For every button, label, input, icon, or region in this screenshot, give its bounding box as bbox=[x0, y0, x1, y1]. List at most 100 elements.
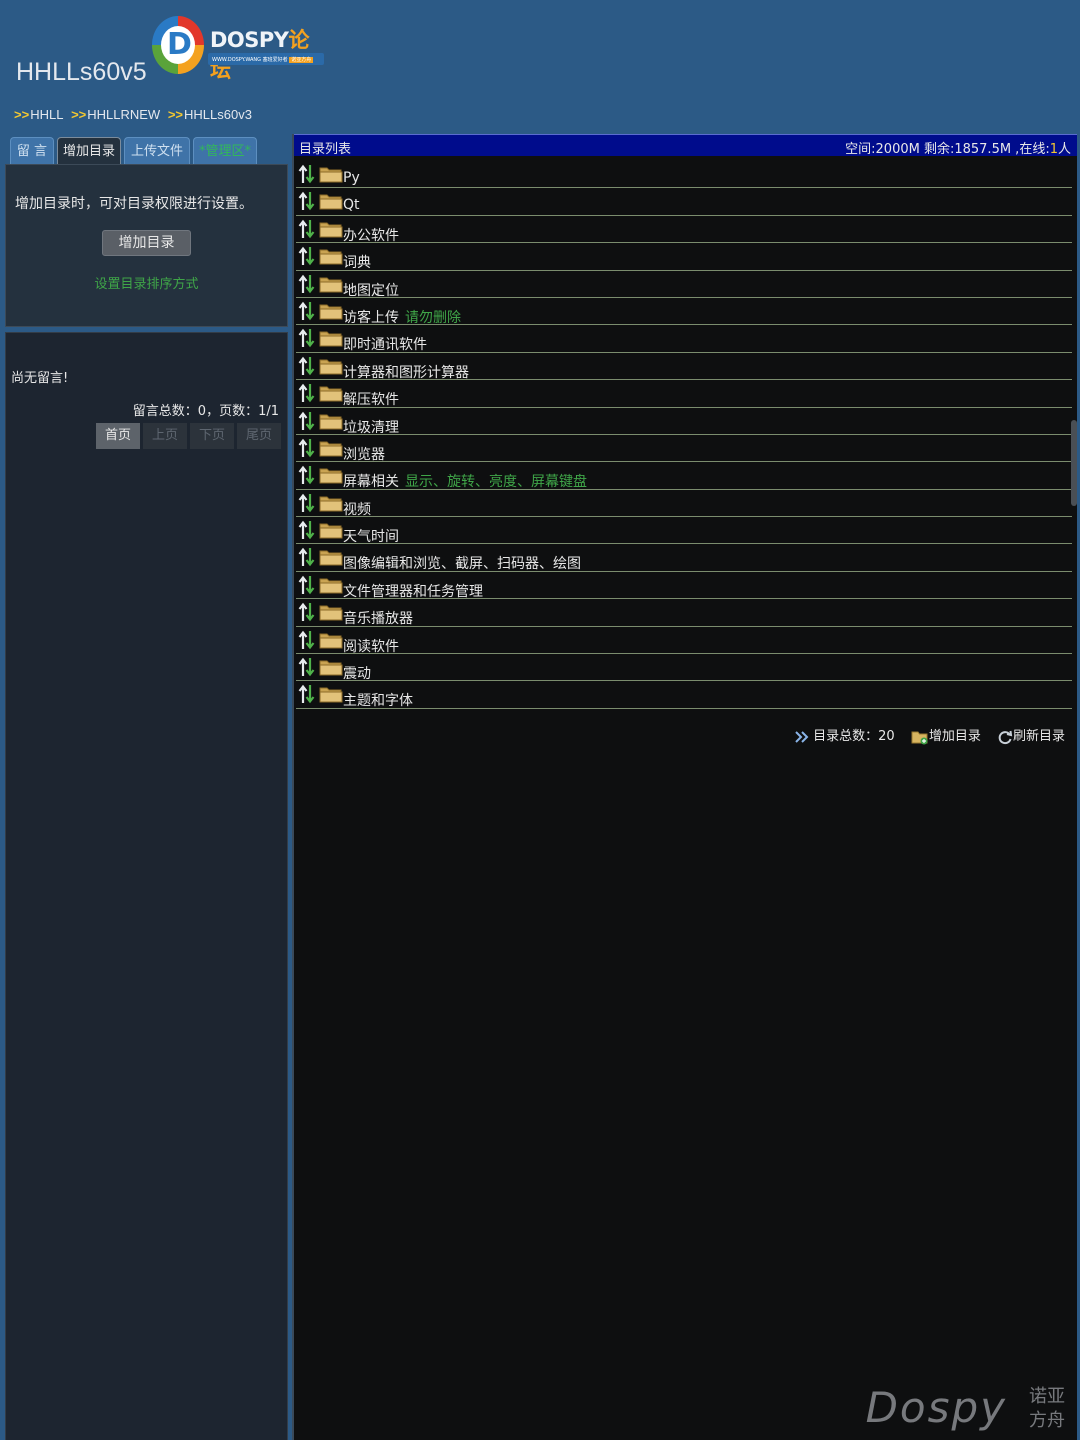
directory-row[interactable]: 震动 bbox=[296, 654, 1072, 683]
sort-arrows-icon[interactable] bbox=[298, 246, 316, 266]
sort-arrows-icon[interactable] bbox=[298, 602, 316, 622]
sort-arrows-icon[interactable] bbox=[298, 411, 316, 431]
directory-row[interactable]: 音乐播放器 bbox=[296, 599, 1072, 628]
breadcrumb-link-hhlls60v3[interactable]: HHLLs60v3 bbox=[184, 107, 252, 122]
directory-row[interactable]: 屏幕相关 显示、旋转、亮度、屏幕键盘 bbox=[296, 462, 1072, 491]
folder-icon bbox=[319, 605, 343, 621]
logo-subtitle: WWW.DOSPY.WANG 塞班爱好者 诺亚方舟 bbox=[208, 53, 324, 65]
sort-arrows-icon[interactable] bbox=[298, 438, 316, 458]
directory-name[interactable]: 阅读软件 bbox=[343, 636, 399, 656]
directory-row[interactable]: 计算器和图形计算器 bbox=[296, 353, 1072, 382]
directory-row[interactable]: 地图定位 bbox=[296, 271, 1072, 300]
directory-row[interactable]: 主题和字体 bbox=[296, 681, 1072, 710]
folder-icon bbox=[319, 633, 343, 649]
directory-name[interactable]: 震动 bbox=[343, 663, 371, 683]
add-folder-icon bbox=[911, 731, 928, 744]
directory-panel: 目录列表 空间:2000M 剩余:1857.5M ,在线:1人 Py Qt 办公软件… bbox=[292, 134, 1077, 1440]
tab-add-directory[interactable]: 增加目录 bbox=[57, 137, 121, 165]
directory-name[interactable]: 图像编辑和浏览、截屏、扫码器、绘图 bbox=[343, 553, 581, 573]
breadcrumb-arrow: >> bbox=[14, 107, 30, 122]
breadcrumb-link-hhllrnew[interactable]: HHLLRNEW bbox=[87, 107, 160, 122]
directory-row[interactable]: 图像编辑和浏览、截屏、扫码器、绘图 bbox=[296, 544, 1072, 573]
sort-arrows-icon[interactable] bbox=[298, 493, 316, 513]
refresh-directory-link[interactable]: 刷新目录 bbox=[997, 725, 1065, 745]
directory-row[interactable]: 词典 bbox=[296, 243, 1072, 272]
sort-arrows-icon[interactable] bbox=[298, 465, 316, 485]
directory-name[interactable]: 天气时间 bbox=[343, 526, 399, 546]
messages-panel: 尚无留言! 留言总数：0，页数：1/1 首页 上页 下页 尾页 bbox=[5, 332, 288, 1440]
directory-row[interactable]: 天气时间 bbox=[296, 517, 1072, 546]
last-page-button[interactable]: 尾页 bbox=[237, 423, 281, 449]
folder-icon bbox=[319, 304, 343, 320]
sort-arrows-icon[interactable] bbox=[298, 274, 316, 294]
directory-name[interactable]: 文件管理器和任务管理 bbox=[343, 581, 483, 601]
directory-name[interactable]: 垃圾清理 bbox=[343, 417, 399, 437]
folder-icon bbox=[319, 687, 343, 703]
site-header: D DOSPY论坛 WWW.DOSPY.WANG 塞班爱好者 诺亚方舟 HHLL… bbox=[0, 0, 1080, 128]
scrollbar-thumb[interactable] bbox=[1071, 420, 1077, 506]
prev-page-button[interactable]: 上页 bbox=[143, 423, 187, 449]
directory-row[interactable]: 阅读软件 bbox=[296, 627, 1072, 656]
breadcrumb: >>HHLL >>HHLLRNEW >>HHLLs60v3 bbox=[14, 107, 256, 122]
directory-row[interactable]: 文件管理器和任务管理 bbox=[296, 572, 1072, 601]
directory-name[interactable]: 屏幕相关 显示、旋转、亮度、屏幕键盘 bbox=[343, 471, 587, 491]
directory-row[interactable]: 访客上传 请勿删除 bbox=[296, 298, 1072, 327]
folder-icon bbox=[319, 331, 343, 347]
sort-arrows-icon[interactable] bbox=[298, 684, 316, 704]
folder-icon bbox=[319, 359, 343, 375]
sort-arrows-icon[interactable] bbox=[298, 520, 316, 540]
tab-upload-file[interactable]: 上传文件 bbox=[124, 137, 190, 165]
directory-name[interactable]: 浏览器 bbox=[343, 444, 385, 464]
add-directory-button[interactable]: 增加目录 bbox=[102, 230, 191, 256]
folder-icon bbox=[319, 523, 343, 539]
directory-row[interactable]: Qt bbox=[296, 188, 1072, 216]
folder-icon bbox=[319, 167, 343, 183]
next-page-button[interactable]: 下页 bbox=[190, 423, 234, 449]
sort-arrows-icon[interactable] bbox=[298, 301, 316, 321]
sort-arrows-icon[interactable] bbox=[298, 383, 316, 403]
folder-icon bbox=[319, 386, 343, 402]
directory-name[interactable]: Qt bbox=[343, 197, 360, 213]
directory-name[interactable]: 音乐播放器 bbox=[343, 608, 413, 628]
online-count: 1 bbox=[1049, 142, 1058, 157]
sort-arrows-icon[interactable] bbox=[298, 219, 316, 239]
directory-name[interactable]: 视频 bbox=[343, 499, 371, 519]
dospy-logo[interactable]: D DOSPY论坛 WWW.DOSPY.WANG 塞班爱好者 诺亚方舟 bbox=[152, 16, 327, 82]
double-arrow-icon bbox=[795, 731, 809, 743]
sort-arrows-icon[interactable] bbox=[298, 575, 316, 595]
folder-icon bbox=[319, 496, 343, 512]
set-sort-order-link[interactable]: 设置目录排序方式 bbox=[6, 273, 287, 292]
add-directory-panel: 增加目录时，可对目录权限进行设置。 增加目录 设置目录排序方式 bbox=[5, 164, 288, 327]
footer-add-directory-link[interactable]: 增加目录 bbox=[911, 725, 981, 745]
sort-arrows-icon[interactable] bbox=[298, 328, 316, 348]
sort-arrows-icon[interactable] bbox=[298, 547, 316, 567]
sort-arrows-icon[interactable] bbox=[298, 630, 316, 650]
directory-name[interactable]: 词典 bbox=[343, 252, 371, 272]
directory-row[interactable]: 垃圾清理 bbox=[296, 408, 1072, 437]
directory-name[interactable]: 即时通讯软件 bbox=[343, 334, 427, 354]
directory-name[interactable]: Py bbox=[343, 170, 360, 186]
directory-row[interactable]: 浏览器 bbox=[296, 435, 1072, 464]
directory-row[interactable]: 办公软件 bbox=[296, 216, 1072, 245]
tab-admin-area[interactable]: *管理区* bbox=[193, 137, 257, 165]
tab-messages[interactable]: 留 言 bbox=[10, 137, 54, 165]
directory-row[interactable]: 解压软件 bbox=[296, 380, 1072, 409]
sort-arrows-icon[interactable] bbox=[298, 191, 316, 211]
directory-name[interactable]: 解压软件 bbox=[343, 389, 399, 409]
sort-arrows-icon[interactable] bbox=[298, 164, 316, 184]
logo-circle-icon: D bbox=[152, 16, 204, 74]
directory-row[interactable]: Py bbox=[296, 161, 1072, 189]
space-stats: 空间:2000M 剩余:1857.5M ,在线:1人 bbox=[845, 142, 1071, 157]
folder-icon bbox=[319, 277, 343, 293]
sort-arrows-icon[interactable] bbox=[298, 657, 316, 677]
sort-arrows-icon[interactable] bbox=[298, 356, 316, 376]
directory-name[interactable]: 办公软件 bbox=[343, 225, 399, 245]
first-page-button[interactable]: 首页 bbox=[96, 423, 140, 449]
directory-name[interactable]: 访客上传 请勿删除 bbox=[343, 307, 461, 327]
breadcrumb-link-hhll[interactable]: HHLL bbox=[30, 107, 63, 122]
directory-name[interactable]: 主题和字体 bbox=[343, 690, 413, 710]
directory-row[interactable]: 即时通讯软件 bbox=[296, 325, 1072, 354]
directory-row[interactable]: 视频 bbox=[296, 490, 1072, 519]
directory-name[interactable]: 计算器和图形计算器 bbox=[343, 362, 469, 382]
directory-name[interactable]: 地图定位 bbox=[343, 280, 399, 300]
